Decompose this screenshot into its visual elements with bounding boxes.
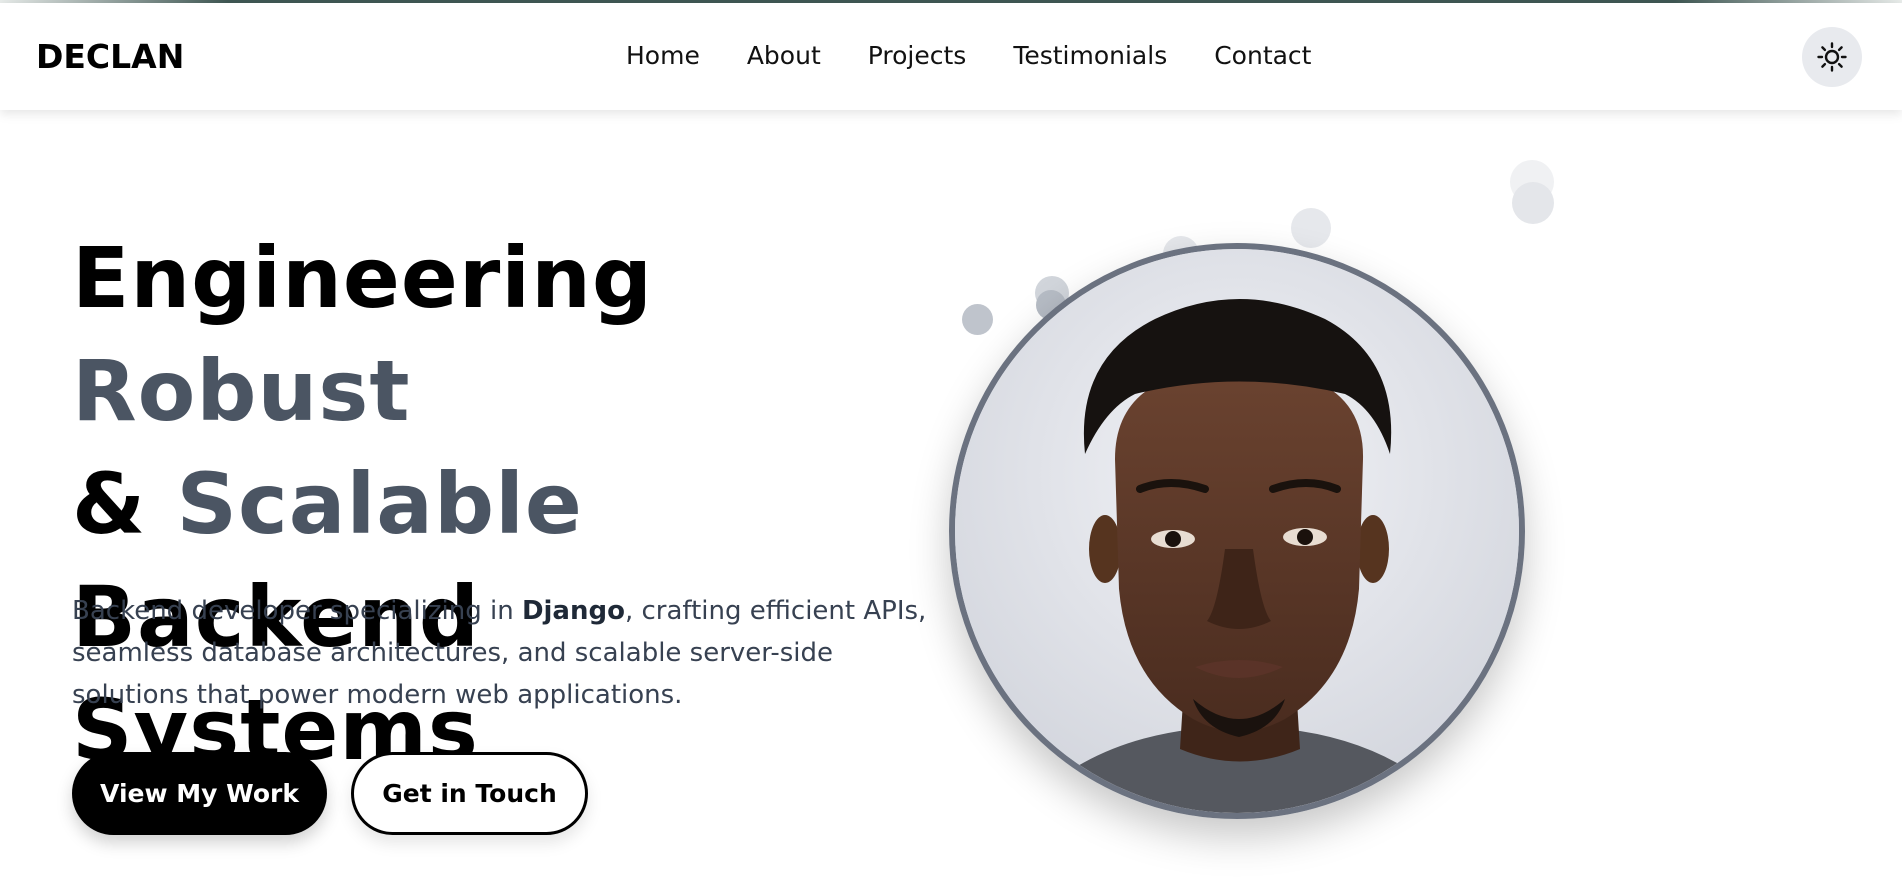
- title-accent-scalable: Scalable: [176, 455, 583, 553]
- sun-icon: [1817, 42, 1847, 72]
- title-text: Engineering: [72, 229, 653, 327]
- site-logo[interactable]: DECLAN: [36, 37, 184, 76]
- nav-link-about[interactable]: About: [747, 41, 821, 70]
- nav-link-home[interactable]: Home: [626, 41, 700, 70]
- description-highlight: Django: [521, 596, 625, 626]
- theme-toggle-button[interactable]: [1802, 27, 1862, 87]
- nav-links: Home About Projects Testimonials Contact: [626, 41, 1358, 70]
- decorative-bubble: [1512, 182, 1554, 224]
- portrait-illustration: [955, 249, 1519, 813]
- nav-link-contact[interactable]: Contact: [1214, 41, 1311, 70]
- title-accent-robust: Robust: [72, 342, 411, 440]
- view-my-work-button[interactable]: View My Work: [72, 752, 327, 835]
- title-text: &: [72, 455, 177, 553]
- description-text: Backend developer specializing in: [72, 596, 522, 626]
- decorative-bubble: [1291, 208, 1331, 248]
- navbar: DECLAN Home About Projects Testimonials …: [0, 3, 1902, 110]
- nav-link-testimonials[interactable]: Testimonials: [1013, 41, 1167, 70]
- nav-link-projects[interactable]: Projects: [868, 41, 967, 70]
- get-in-touch-button[interactable]: Get in Touch: [351, 752, 588, 835]
- profile-photo: [949, 243, 1525, 819]
- hero-description: Backend developer specializing in Django…: [72, 590, 952, 716]
